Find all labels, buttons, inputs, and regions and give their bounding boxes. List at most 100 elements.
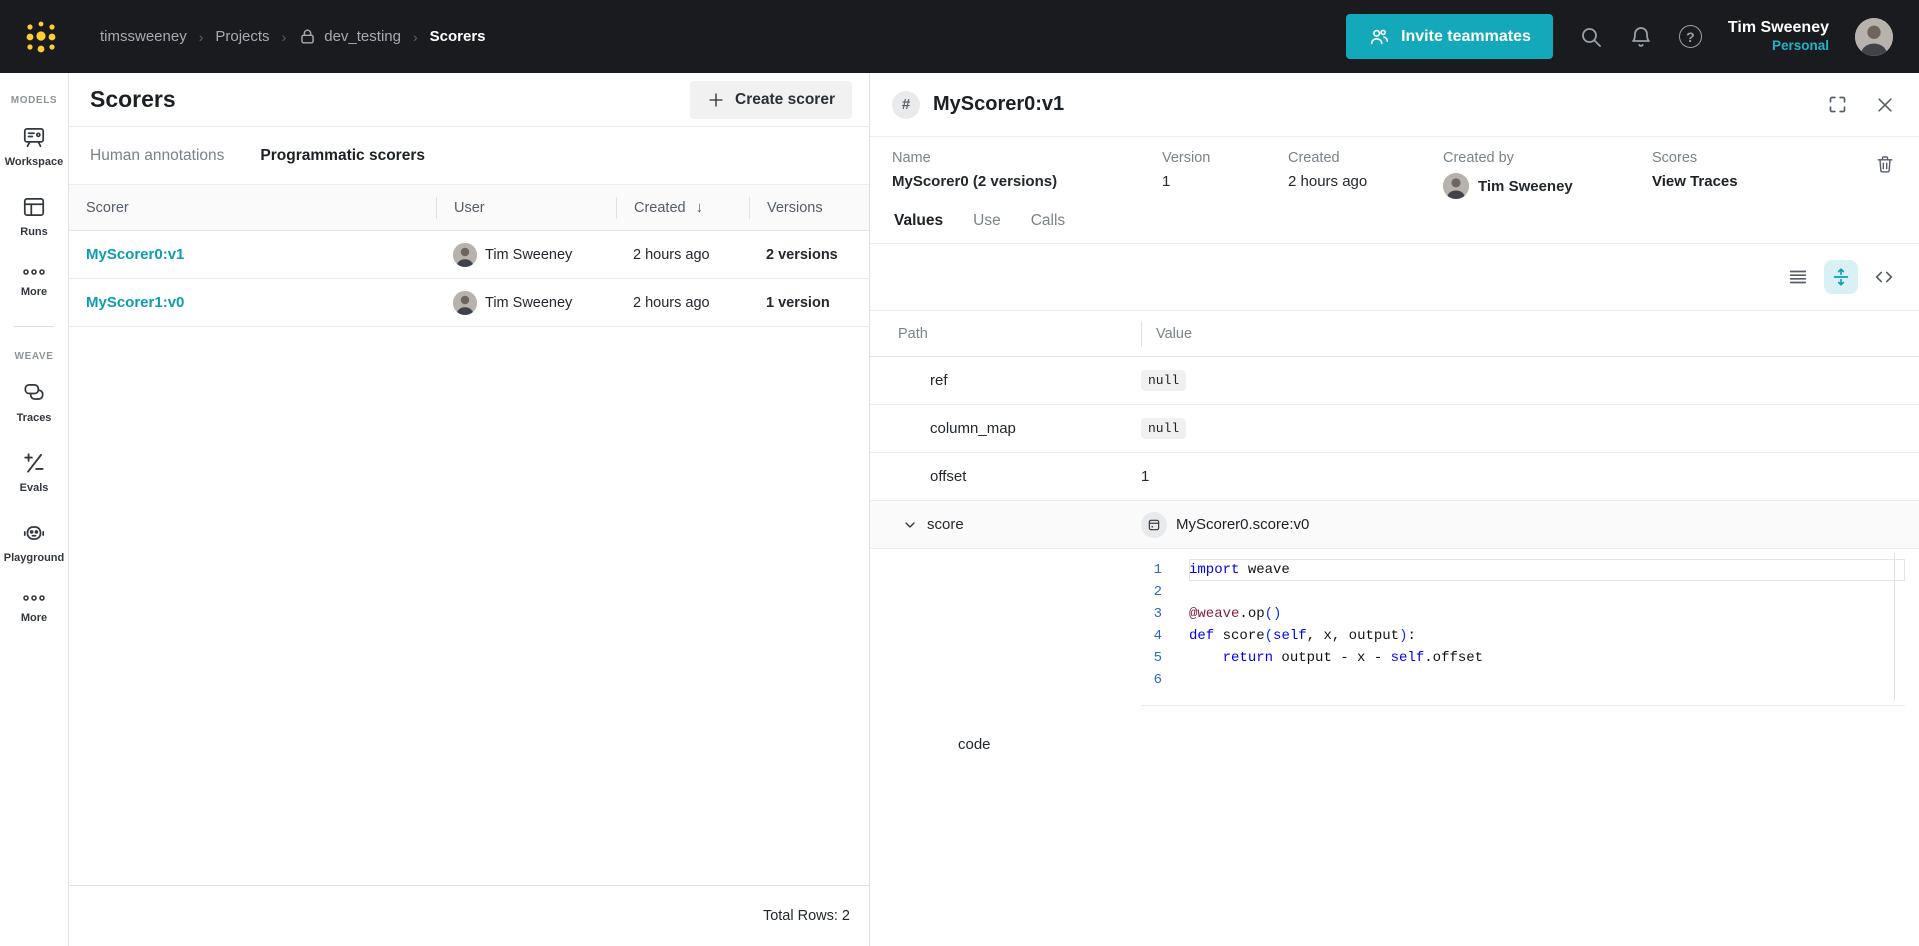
breadcrumb-separator: › — [281, 28, 287, 45]
code-lines: 1 import weave 2 3 @weave.op() 4 def score(sel… — [1141, 559, 1905, 691]
tab-programmatic-scorers[interactable]: Programmatic scorers — [260, 147, 425, 165]
evals-icon — [24, 453, 44, 473]
code-icon — [1875, 271, 1893, 283]
code-editor[interactable]: 1 import weave 2 3 @weave.op() 4 def score(sel… — [1141, 549, 1905, 706]
avatar[interactable] — [1855, 17, 1893, 56]
expand-collapse-view-button[interactable] — [1824, 260, 1858, 294]
create-scorer-button[interactable]: Create scorer — [690, 80, 852, 119]
navbar-actions: Invite teammates ? Tim Sweeney Personal — [1346, 14, 1893, 59]
detail-title: MyScorer0:v1 — [933, 93, 1065, 115]
breadcrumb-account[interactable]: timssweeney — [100, 28, 187, 45]
code-line-content — [1189, 581, 1905, 603]
row-created: 2 hours ago — [633, 294, 710, 311]
scorer-detail-panel: # MyScorer0:v1 Name MyScorer0 (2 version… — [870, 73, 1919, 946]
app-window: timssweeney › Projects › dev_testing › S… — [0, 0, 1919, 946]
avatar — [453, 290, 477, 315]
delete-trash-icon[interactable] — [1875, 153, 1895, 175]
sidebar-section-weave: WEAVE — [14, 351, 54, 362]
ellipsis-icon — [23, 595, 45, 601]
row-user-name: Tim Sweeney — [485, 246, 573, 263]
detail-metadata: Name MyScorer0 (2 versions) Version 1 Cr… — [870, 137, 1919, 199]
op-version-link[interactable]: MyScorer0.score:v0 — [1176, 516, 1309, 533]
detail-header: # MyScorer0:v1 — [870, 73, 1919, 137]
invite-teammates-button[interactable]: Invite teammates — [1346, 14, 1553, 59]
code-scrollbar[interactable] — [1894, 553, 1895, 701]
breadcrumb-page[interactable]: Scorers — [430, 28, 486, 45]
chevron-down-icon[interactable] — [902, 517, 918, 533]
kv-row-score[interactable]: score MyScorer0.score:v0 — [870, 501, 1919, 549]
breadcrumb: timssweeney › Projects › dev_testing › S… — [100, 27, 486, 46]
sidebar-item-evals[interactable]: Evals — [20, 450, 48, 494]
page-title: Scorers — [90, 86, 176, 112]
sort-desc-icon[interactable]: ↓ — [696, 199, 704, 216]
expand-vertical-icon — [1833, 268, 1849, 286]
object-hash-icon: # — [892, 90, 920, 119]
breadcrumb-separator: › — [412, 28, 418, 45]
detail-tabs: Values Use Calls — [870, 199, 1919, 244]
scorer-link[interactable]: MyScorer0:v1 — [86, 246, 184, 263]
code-line-content — [1189, 669, 1905, 691]
sidebar-item-runs[interactable]: Runs — [20, 194, 48, 238]
breadcrumb-projects[interactable]: Projects — [215, 28, 269, 45]
line-number: 3 — [1153, 606, 1162, 622]
scorers-panel: Scorers Create scorer Human annotations … — [69, 73, 870, 946]
view-traces-link[interactable]: View Traces — [1652, 173, 1875, 190]
sidebar-item-more-models[interactable]: More — [21, 264, 47, 298]
sidebar-item-traces[interactable]: Traces — [17, 380, 51, 424]
flat-list-view-button[interactable] — [1781, 260, 1815, 294]
close-icon[interactable] — [1875, 95, 1895, 115]
table-row[interactable]: MyScorer0:v1 Tim Sweeney 2 hours ago 2 v… — [69, 231, 869, 279]
wandb-logo-icon[interactable] — [24, 16, 58, 58]
sidebar-item-playground[interactable]: Playground — [4, 520, 64, 564]
total-rows-label: Total Rows: 2 — [762, 908, 850, 924]
breadcrumb-project[interactable]: dev_testing — [298, 27, 401, 46]
tab-human-annotations[interactable]: Human annotations — [90, 147, 224, 165]
search-icon[interactable] — [1579, 25, 1603, 49]
avatar — [453, 242, 477, 267]
scorer-link[interactable]: MyScorer1:v0 — [86, 294, 184, 311]
column-header-user[interactable]: User — [436, 196, 616, 219]
kv-row-offset: offset 1 — [870, 453, 1919, 501]
empty-space — [69, 327, 869, 885]
meta-name: Name MyScorer0 (2 versions) — [892, 150, 1058, 190]
null-badge: null — [1141, 370, 1187, 391]
help-icon[interactable]: ? — [1678, 25, 1702, 48]
sidebar-item-workspace[interactable]: Workspace — [5, 124, 63, 168]
values-toolbar — [870, 244, 1919, 311]
detail-header-actions — [1827, 94, 1895, 115]
column-header-created[interactable]: Created ↓ — [616, 196, 749, 219]
notifications-bell-icon[interactable] — [1629, 25, 1653, 49]
meta-created-by: Created by Tim Sweeney — [1443, 150, 1652, 199]
column-header-path: Path — [898, 325, 928, 342]
sidebar-item-more-weave[interactable]: More — [21, 590, 47, 624]
code-line: 3 @weave.op() — [1141, 603, 1905, 625]
ellipsis-icon — [23, 269, 45, 275]
left-sidebar: MODELS Workspace Runs More WEAVE Traces … — [0, 73, 69, 946]
column-header-scorer[interactable]: Scorer — [69, 197, 436, 219]
null-badge: null — [1141, 418, 1187, 439]
scorers-header: Scorers Create scorer — [69, 73, 869, 127]
table-row[interactable]: MyScorer1:v0 Tim Sweeney 2 hours ago 1 v… — [69, 279, 869, 327]
tab-use[interactable]: Use — [973, 212, 1001, 230]
user-name: Tim Sweeney — [1727, 19, 1829, 37]
row-versions: 2 versions — [766, 246, 838, 263]
kv-row-ref: ref null — [870, 357, 1919, 405]
line-number: 2 — [1153, 584, 1162, 600]
kv-row-column-map: column_map null — [870, 405, 1919, 453]
playground-robot-icon — [23, 526, 45, 540]
column-header-versions[interactable]: Versions — [749, 196, 869, 219]
tab-calls[interactable]: Calls — [1031, 212, 1065, 230]
code-line-content: def score(self, x, output): — [1189, 628, 1416, 644]
sidebar-divider — [14, 326, 54, 327]
code-view-button[interactable] — [1867, 260, 1901, 294]
meta-version: Version 1 — [1162, 150, 1211, 190]
fullscreen-icon[interactable] — [1827, 94, 1848, 115]
line-number: 5 — [1153, 650, 1162, 666]
code-line-content: return output - x - self.offset — [1222, 650, 1484, 666]
top-navbar: timssweeney › Projects › dev_testing › S… — [0, 0, 1919, 73]
tab-values[interactable]: Values — [894, 212, 943, 230]
user-menu[interactable]: Tim Sweeney Personal — [1728, 18, 1829, 55]
code-line: 6 — [1141, 669, 1905, 691]
line-number: 4 — [1153, 628, 1162, 644]
op-icon — [1141, 511, 1167, 538]
